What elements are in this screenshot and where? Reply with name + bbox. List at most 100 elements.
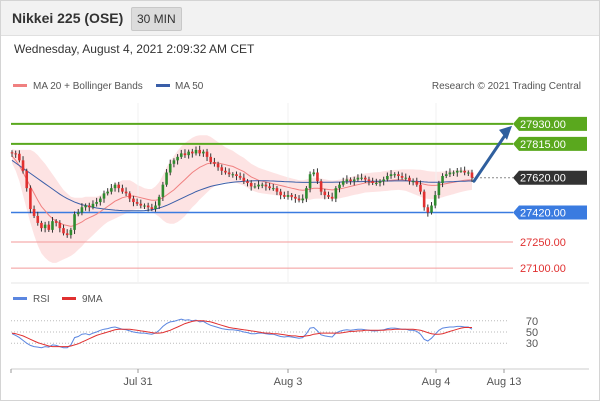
level-label: 27250.00	[520, 237, 566, 249]
candle-body	[62, 228, 65, 234]
candle-body	[419, 184, 422, 192]
candle-body	[459, 170, 463, 172]
candle-body	[389, 174, 393, 176]
candle-body	[194, 149, 198, 154]
bollinger-bands	[12, 135, 472, 263]
candle-body	[411, 181, 415, 183]
candle-body	[183, 153, 187, 156]
candle-body	[386, 175, 389, 180]
candle-body	[433, 195, 437, 206]
candle-body	[110, 188, 113, 192]
candle-body	[467, 172, 470, 174]
bollinger-band-area	[12, 135, 472, 263]
candle-body	[319, 181, 323, 192]
candle-body	[375, 182, 378, 184]
candle-body	[87, 205, 91, 208]
candle-body	[231, 174, 235, 176]
candle-body	[356, 177, 360, 180]
candle-body	[444, 174, 448, 176]
candle-body	[378, 181, 382, 183]
candle-body	[345, 179, 349, 182]
candle-body	[54, 221, 58, 223]
candle-body	[301, 198, 305, 201]
candle-body	[264, 184, 268, 187]
candle-body	[268, 186, 271, 189]
level-label: 27420.00	[520, 207, 566, 219]
rsi-legend-label: RSI	[33, 294, 50, 305]
x-tick-label: Aug 4	[422, 376, 451, 388]
candle-body	[393, 174, 397, 176]
candle-body	[135, 202, 139, 204]
rsi-ma-legend-label: 9MA	[82, 294, 103, 305]
level-labels: 27930.00 27815.00 27620.00 27420.00 27250.00…	[513, 116, 587, 275]
candle-body	[397, 174, 400, 176]
candle-body	[172, 160, 176, 164]
x-tick-label: Jul 31	[123, 376, 152, 388]
candle-body	[242, 177, 246, 182]
rsi-tick-label: 50	[526, 327, 538, 339]
level-label: 27815.00	[520, 139, 566, 151]
candle-body	[323, 191, 327, 196]
candle-body	[124, 191, 128, 194]
candle-body	[91, 203, 95, 208]
candle-body	[213, 162, 216, 164]
candle-body	[113, 184, 117, 189]
candle-body	[363, 177, 367, 180]
candle-body	[29, 188, 32, 210]
candle-body	[47, 224, 51, 230]
candle-body	[187, 151, 190, 156]
candle-body	[408, 177, 411, 182]
candle-body	[161, 184, 165, 197]
candle-body	[400, 175, 404, 178]
candle-body	[334, 188, 338, 199]
forecast-arrow-head	[499, 125, 512, 140]
candle-body	[312, 172, 316, 175]
candle-body	[128, 193, 132, 199]
candle-body	[382, 179, 385, 182]
candle-body	[179, 153, 183, 157]
candle-body	[437, 182, 441, 196]
forecast-arrow	[472, 125, 512, 183]
candle-body	[25, 170, 29, 189]
candle-body	[367, 179, 371, 182]
candle-body	[338, 184, 341, 189]
candle-body	[176, 156, 179, 161]
candle-body	[84, 205, 87, 208]
candle-body	[360, 177, 363, 179]
candle-body	[235, 174, 238, 176]
candle-body	[246, 181, 249, 183]
candle-body	[224, 170, 227, 173]
candle-body	[275, 188, 279, 192]
candle-body	[422, 191, 426, 208]
candle-body	[80, 207, 84, 213]
candle-body	[121, 188, 124, 192]
ma50-legend-label: MA 50	[175, 81, 204, 92]
candle-body	[452, 172, 455, 174]
candle-body	[146, 205, 150, 208]
candle-body	[279, 191, 282, 196]
candle-body	[139, 203, 143, 206]
candle-body	[286, 195, 290, 197]
candle-body	[58, 222, 62, 229]
candle-body	[341, 181, 345, 185]
candle-body	[205, 151, 209, 157]
candle-body	[69, 229, 73, 236]
candle-body	[99, 198, 102, 203]
candle-body	[316, 172, 319, 182]
rsi-legend-swatch	[13, 297, 27, 300]
candle-body	[220, 167, 224, 171]
candle-body	[76, 212, 80, 215]
candle-body	[227, 172, 231, 175]
candle-body	[168, 163, 172, 173]
candle-body	[132, 198, 135, 203]
candle-body	[352, 179, 356, 182]
candle-body	[327, 195, 330, 197]
candle-body	[290, 195, 293, 197]
candle-body	[238, 175, 242, 178]
candle-body	[308, 174, 312, 189]
candle-body	[305, 188, 308, 199]
candle-body	[18, 153, 21, 161]
rsi-ma-legend-swatch	[62, 297, 76, 300]
candle-body	[36, 215, 40, 223]
candle-body	[143, 205, 146, 207]
